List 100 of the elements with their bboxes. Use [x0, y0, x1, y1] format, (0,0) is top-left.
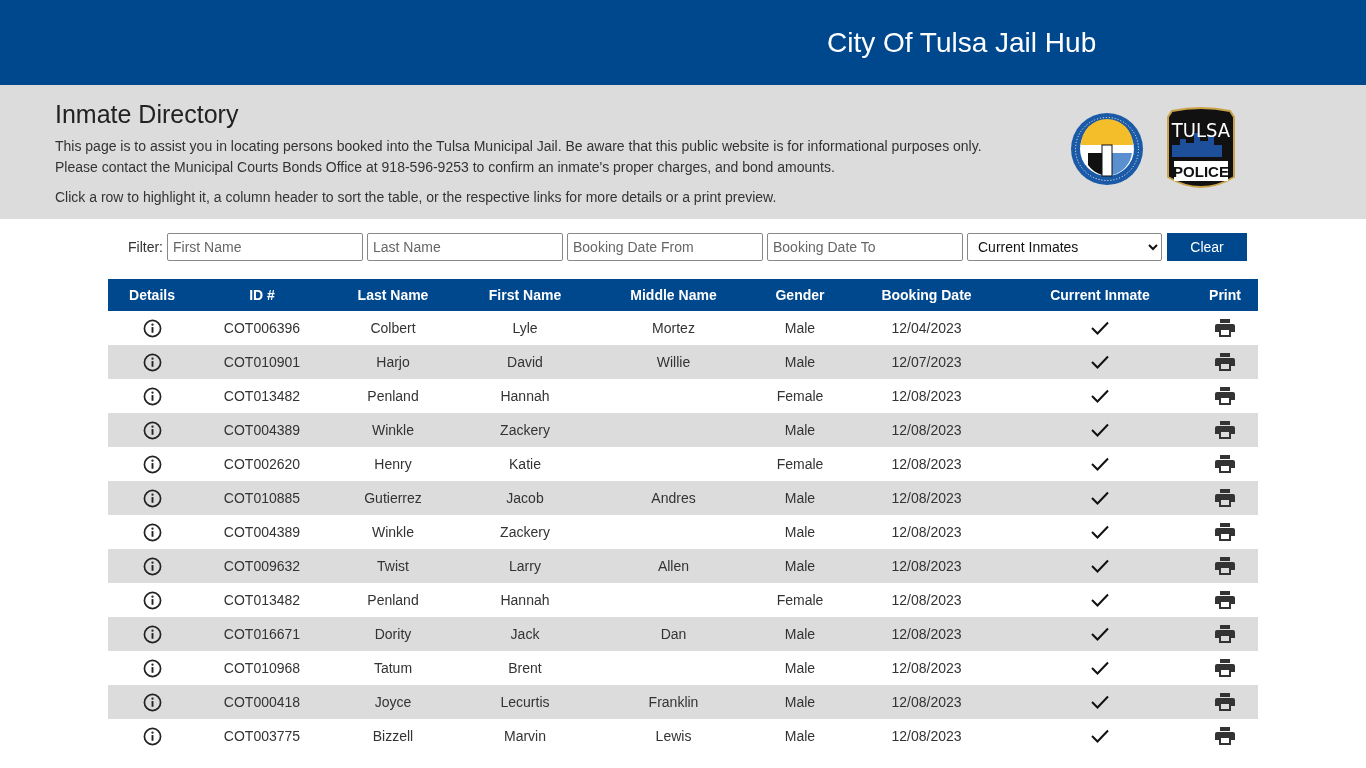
check-icon: [1091, 457, 1109, 471]
info-icon[interactable]: [142, 522, 162, 542]
table-cell: 12/08/2023: [891, 455, 962, 472]
print-icon[interactable]: [1215, 693, 1235, 711]
check-icon: [1091, 695, 1109, 709]
table-row[interactable]: COT016671 Dority Jack Dan Male 12/08/2023: [108, 617, 1258, 651]
intro-text: Click a row to highlight it, a column header to sort the table, or the respective links for more details or a print preview.: [55, 188, 778, 207]
filter-field[interactable]: First Name: [167, 233, 363, 261]
table-cell: Female: [776, 455, 824, 472]
check-icon: [1091, 661, 1109, 675]
print-icon[interactable]: [1215, 659, 1235, 677]
print-icon[interactable]: [1215, 591, 1235, 609]
table-cell: Andres: [651, 489, 696, 506]
table-cell: Zackery: [500, 523, 550, 540]
info-icon[interactable]: [142, 454, 162, 474]
table-cell: COT006396: [223, 319, 301, 336]
info-icon[interactable]: [142, 488, 162, 508]
column-header[interactable]: First Name: [458, 284, 592, 306]
table-cell: Katie: [509, 455, 541, 472]
check-icon: [1091, 559, 1109, 573]
table-cell: 12/08/2023: [891, 591, 962, 608]
table-cell: Brent: [508, 659, 542, 676]
table-cell: 12/08/2023: [891, 693, 962, 710]
table-cell: Male: [784, 523, 816, 540]
info-icon[interactable]: [142, 352, 162, 372]
table-cell: Lewis: [655, 727, 692, 744]
print-icon[interactable]: [1215, 523, 1235, 541]
check-icon: [1091, 321, 1109, 335]
table-cell: Male: [784, 659, 816, 676]
info-icon[interactable]: [142, 624, 162, 644]
table-row[interactable]: COT000418 Joyce Lecurtis Franklin Male 12/08/2023: [108, 685, 1258, 719]
print-icon[interactable]: [1215, 319, 1235, 337]
info-icon[interactable]: [142, 420, 162, 440]
table-row[interactable]: COT009632 Twist Larry Allen Male 12/08/2023: [108, 549, 1258, 583]
table-cell: Harjo: [376, 353, 410, 370]
info-icon[interactable]: [142, 726, 162, 746]
table-cell: COT004389: [223, 523, 301, 540]
table-cell: 12/08/2023: [891, 659, 962, 676]
print-icon[interactable]: [1215, 421, 1235, 439]
check-icon: [1091, 491, 1109, 505]
table-cell: COT004389: [223, 421, 301, 438]
table-cell: Twist: [377, 557, 409, 574]
table-cell: COT003775: [223, 727, 301, 744]
table-cell: 12/08/2023: [891, 489, 962, 506]
print-icon[interactable]: [1215, 455, 1235, 473]
table-cell: COT010968: [223, 659, 301, 676]
inmate-status-select[interactable]: Current Inmates: [967, 233, 1162, 261]
table-cell: Winkle: [372, 421, 414, 438]
column-header[interactable]: ID #: [196, 284, 328, 306]
table-row[interactable]: COT010885 Gutierrez Jacob Andres Male 12/08/2023: [108, 481, 1258, 515]
column-header[interactable]: Booking Date: [845, 284, 1008, 306]
table-cell: Joyce: [374, 693, 412, 710]
info-icon[interactable]: [142, 556, 162, 576]
print-icon[interactable]: [1215, 727, 1235, 745]
table-cell: Jacob: [506, 489, 544, 506]
info-icon[interactable]: [142, 386, 162, 406]
page-heading: Inmate Directory: [55, 99, 240, 129]
table-cell: Larry: [509, 557, 541, 574]
column-header[interactable]: Current Inmate: [1008, 284, 1192, 306]
police-badge-drawing: TULSA POLICE: [1164, 107, 1238, 191]
filter-field[interactable]: Booking Date From: [567, 233, 763, 261]
info-icon[interactable]: [142, 318, 162, 338]
column-header[interactable]: Last Name: [328, 284, 458, 306]
check-icon: [1091, 525, 1109, 539]
site-title: City Of Tulsa Jail Hub: [827, 25, 1097, 60]
table-cell: Gutierrez: [364, 489, 422, 506]
table-row[interactable]: COT010901 Harjo David Willie Male 12/07/2023: [108, 345, 1258, 379]
info-icon[interactable]: [142, 590, 162, 610]
table-cell: COT009632: [223, 557, 301, 574]
table-cell: Male: [784, 625, 816, 642]
intro-text: This page is to assist you in locating persons booked into the Tulsa Municipal Jail. Be aware that this public website is for informational purposes only. Please contact the Municipal Courts Bonds Office at 918-596-9253 to confirm an inmate's proper charges, and bond amounts.: [55, 137, 983, 177]
print-icon[interactable]: [1215, 387, 1235, 405]
table-cell: Penland: [367, 387, 419, 404]
column-header[interactable]: Details: [108, 284, 196, 306]
table-cell: Female: [776, 591, 824, 608]
column-header[interactable]: Gender: [755, 284, 845, 306]
table-cell: Male: [784, 353, 816, 370]
table-cell: 12/08/2023: [891, 727, 962, 744]
column-header[interactable]: Middle Name: [592, 284, 755, 306]
table-cell: Penland: [367, 591, 419, 608]
print-icon[interactable]: [1215, 557, 1235, 575]
print-icon[interactable]: [1215, 489, 1235, 507]
filter-field[interactable]: Last Name: [367, 233, 563, 261]
table-cell: 12/08/2023: [891, 523, 962, 540]
table-cell: Marvin: [504, 727, 546, 744]
table-cell: COT010901: [223, 353, 301, 370]
clear-button[interactable]: Clear: [1167, 233, 1247, 261]
table-cell: Male: [784, 319, 816, 336]
filter-field[interactable]: Booking Date To: [767, 233, 963, 261]
table-cell: Male: [784, 557, 816, 574]
table-cell: Henry: [374, 455, 412, 472]
info-icon[interactable]: [142, 658, 162, 678]
print-icon[interactable]: [1215, 353, 1235, 371]
table-row[interactable]: COT004389 Winkle Zackery Male 12/08/2023: [108, 413, 1258, 447]
column-header[interactable]: Print: [1192, 284, 1258, 306]
table-cell: Jack: [510, 625, 540, 642]
table-cell: Tatum: [373, 659, 413, 676]
print-icon[interactable]: [1215, 625, 1235, 643]
check-icon: [1091, 729, 1109, 743]
info-icon[interactable]: [142, 692, 162, 712]
